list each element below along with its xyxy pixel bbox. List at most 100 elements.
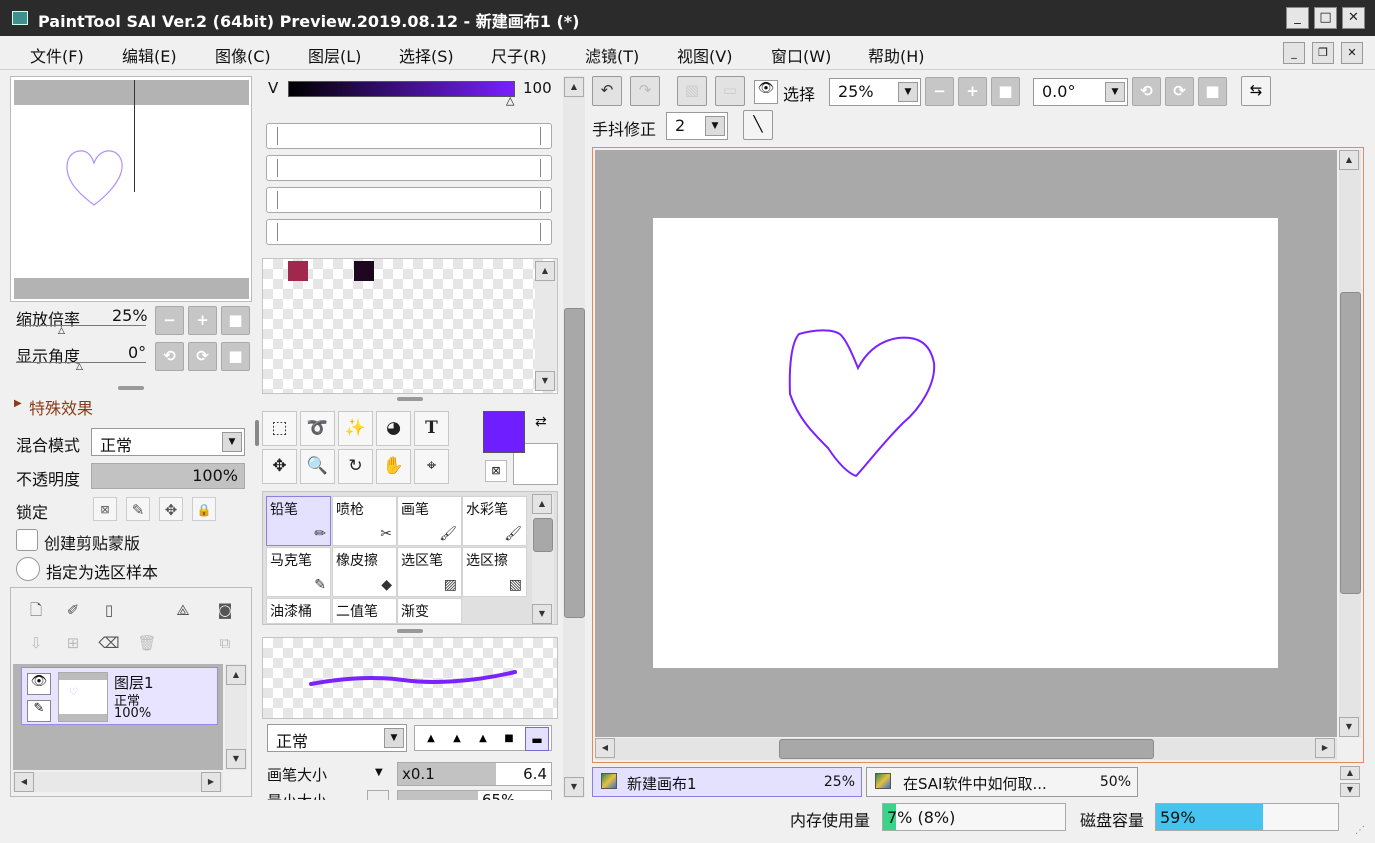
menu-help[interactable]: 帮助(H) [868,43,925,67]
opacity-slider[interactable]: 100% [91,463,245,489]
mdi-minimize-button[interactable]: _ [1283,42,1305,64]
scroll-down-icon[interactable]: ▼ [564,777,584,797]
brush-marker[interactable]: 马克笔 ✎ [266,547,331,597]
tip-shape-3-icon[interactable]: ▲ [471,727,495,751]
stabilizer-select[interactable]: 2 ▼ [666,112,728,140]
scroll-left-icon[interactable]: ◀ [14,772,34,792]
canvas-rotate-left-button[interactable]: ⟲ [1132,77,1161,106]
hand-icon[interactable]: ✋ [376,449,411,484]
color-slider-2[interactable] [266,155,552,181]
redo-button[interactable]: ↷ [630,76,660,106]
invert-select-button[interactable]: ▭ [715,76,745,106]
merge-down-icon[interactable]: ⇩ [24,631,48,655]
swatch-vscroll[interactable]: ▲ ▼ [535,261,557,391]
lock-move-icon[interactable]: ✥ [159,497,183,521]
brush-select-eraser[interactable]: 选区擦 ▧ [462,547,527,597]
zoom-reset-button[interactable]: ■ [221,306,250,335]
canvas-vscroll[interactable]: ▲ ▼ [1339,150,1361,737]
canvas-angle-select[interactable]: 0.0° ▼ [1033,78,1128,106]
resize-grip-icon[interactable]: ⋰ [1355,825,1365,836]
menu-file[interactable]: 文件(F) [30,43,84,67]
expand-arrow-icon[interactable]: ▶ [14,398,22,409]
swatch-splitter[interactable] [397,397,423,401]
layer-hscroll[interactable]: ◀ ▶ [13,772,223,792]
brush-gradient[interactable]: 渐变 [397,598,462,624]
merge-add-icon[interactable]: ⊞ [61,631,85,655]
visibility-eye-icon[interactable]: 👁 [27,673,51,695]
layer-pen-icon[interactable]: ✎ [27,700,51,722]
effects-label[interactable]: 特殊效果 [29,395,93,419]
transparent-color-icon[interactable]: ⊠ [485,460,507,482]
color-slider-1[interactable] [266,123,552,149]
brush-vscroll[interactable]: ▲ ▼ [532,494,554,624]
scroll-down-icon[interactable]: ▼ [535,371,555,391]
scroll-up-icon[interactable]: ▲ [532,494,552,514]
text-tool-icon[interactable]: T [414,411,449,446]
deselect-button[interactable]: ▧ [677,76,707,106]
angle-slider-handle[interactable]: △ [76,362,83,372]
canvas-zoom-reset-button[interactable]: ■ [991,77,1020,106]
delete-layer-icon[interactable]: 🗑 [135,631,159,655]
left-panel-splitter[interactable] [255,420,259,446]
scroll-down-icon[interactable]: ▼ [226,749,246,769]
scroll-up-icon[interactable]: ▲ [564,77,584,97]
value-slider-handle[interactable]: △ [506,94,514,107]
scroll-right-icon[interactable]: ▶ [201,772,221,792]
color-slider-3[interactable] [266,187,552,213]
canvas-rotate-right-button[interactable]: ⟳ [1165,77,1194,106]
zoom-tool-icon[interactable]: 🔍 [300,449,335,484]
scroll-up-icon[interactable]: ▲ [1339,150,1359,170]
new-layer-icon[interactable]: 🗋 [24,598,48,622]
brush-bucket[interactable]: 油漆桶 [266,598,331,624]
swap-colors-icon[interactable]: ⇄ [535,414,547,430]
primary-color[interactable] [483,411,525,453]
menu-view[interactable]: 视图(V) [677,43,732,67]
canvas-zoom-select[interactable]: 25% ▼ [829,78,921,106]
tab-canvas-2[interactable]: 在SAI软件中如何取... 50% [866,767,1138,797]
rotate-right-button[interactable]: ⟳ [188,342,217,371]
clip-mask-checkbox[interactable] [16,529,38,551]
clear-layer-icon[interactable]: ⌫ [97,631,121,655]
brush-mode-select[interactable]: 正常 ▼ [267,724,407,752]
close-button[interactable]: ✕ [1342,7,1365,29]
canvas-hscroll[interactable]: ◀ ▶ [595,738,1337,760]
menu-image[interactable]: 图像(C) [215,43,271,67]
scroll-thumb[interactable] [533,518,553,552]
zoom-out-button[interactable]: − [155,306,184,335]
maximize-button[interactable]: □ [1314,7,1337,29]
brush-pencil[interactable]: 铅笔 ✏ [266,496,331,546]
scroll-down-icon[interactable]: ▼ [532,604,552,624]
brush-eraser[interactable]: 橡皮擦 ◆ [332,547,397,597]
scroll-thumb[interactable] [779,739,1154,759]
eyedropper-icon[interactable]: ⌖ [414,449,449,484]
panel-splitter[interactable] [118,386,144,390]
rotate-left-button[interactable]: ⟲ [155,342,184,371]
menu-select[interactable]: 选择(S) [399,43,454,67]
undo-button[interactable]: ↶ [592,76,622,106]
scroll-thumb[interactable] [564,308,585,618]
mask-icon[interactable]: ◙ [213,598,237,622]
scroll-up-icon[interactable]: ▲ [226,665,246,685]
menu-ruler[interactable]: 尺子(R) [491,43,547,67]
rotate-reset-button[interactable]: ■ [221,342,250,371]
line-straight-button[interactable]: ╲ [743,110,773,140]
canvas-viewport[interactable] [595,150,1337,737]
magic-wand-icon[interactable]: ✨ [338,411,373,446]
canvas-zoom-in-button[interactable]: + [958,77,987,106]
menu-filter[interactable]: 滤镜(T) [585,43,639,67]
layer-vscroll[interactable]: ▲ ▼ [225,664,247,770]
menu-edit[interactable]: 编辑(E) [122,43,177,67]
new-linework-layer-icon[interactable]: ✐ [61,598,85,622]
tabs-scroll-down-icon[interactable]: ▼ [1340,783,1360,797]
canvas-rotate-reset-button[interactable]: ■ [1198,77,1227,106]
swatch-1[interactable] [288,261,308,281]
tip-shape-1-icon[interactable]: ▲ [419,727,443,751]
scroll-right-icon[interactable]: ▶ [1315,738,1335,758]
rotate-tool-icon[interactable]: ↻ [338,449,373,484]
tabs-scroll-up-icon[interactable]: ▲ [1340,766,1360,780]
scroll-thumb[interactable] [1340,292,1361,594]
swatch-2[interactable] [354,261,374,281]
canvas-zoom-out-button[interactable]: − [925,77,954,106]
selection-visibility-eye-icon[interactable]: 👁 [754,80,778,104]
brush-select-pen[interactable]: 选区笔 ▨ [397,547,462,597]
